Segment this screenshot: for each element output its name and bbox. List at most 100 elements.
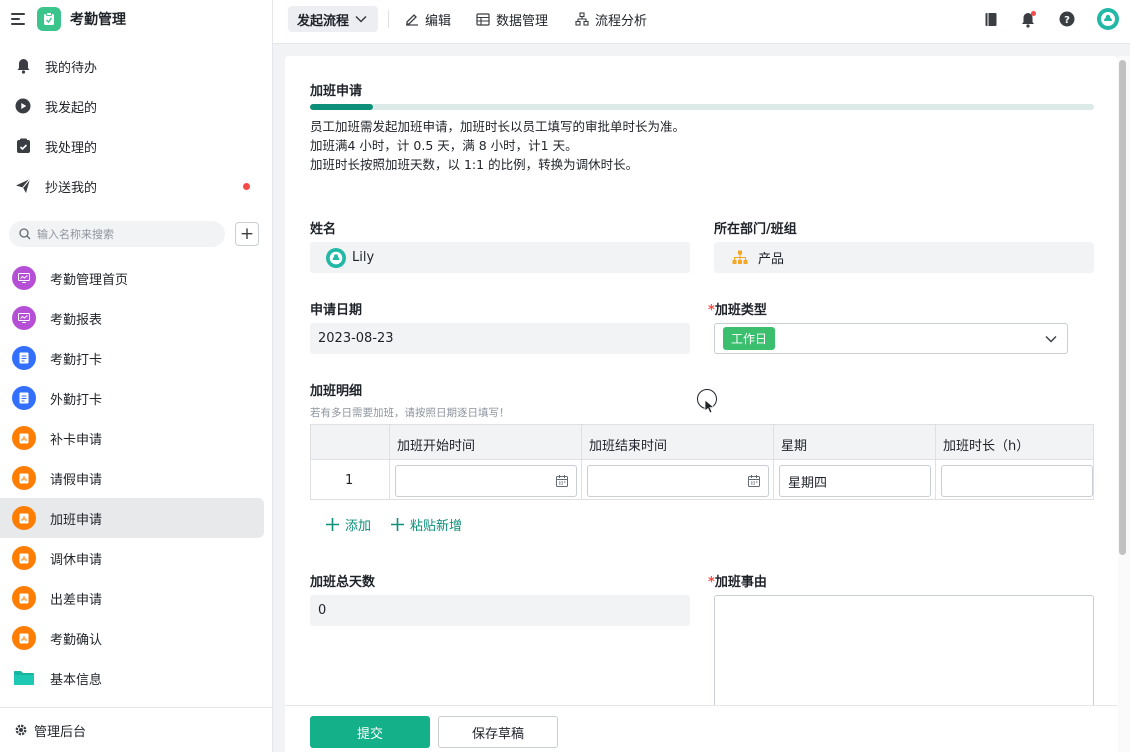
page-attendance-report[interactable]: 考勤报表 [0,298,264,338]
dashboard-icon [12,266,36,290]
bell-icon [15,58,31,74]
submit-button[interactable]: 提交 [310,716,430,748]
flow-icon [12,626,36,650]
app-logo-icon [37,7,61,31]
overtime-reason-textarea[interactable] [714,595,1094,715]
check-box-icon [15,138,31,154]
page-field-clock-in[interactable]: 外勤打卡 [0,378,264,418]
department-value: 产品 [758,252,785,267]
nav-my-todo[interactable]: 我的待办 [0,46,264,86]
row-index: 1 [345,473,354,488]
play-circle-icon [15,98,31,114]
menu-icon[interactable] [11,13,25,25]
page-time-off[interactable]: 调休申请 [0,538,264,578]
edit-button[interactable]: 编辑 [405,0,451,38]
page-makeup-clock[interactable]: 补卡申请 [0,418,264,458]
total-days-label: 加班总天数 [310,575,376,590]
page-label: 加班申请 [50,512,103,528]
required-mark: * [708,303,715,318]
toolbar-divider [388,10,389,28]
help-icon[interactable]: ? [1057,9,1077,29]
page-business-trip[interactable]: 出差申请 [0,578,264,618]
page-leave[interactable]: 请假申请 [0,458,264,498]
flow-icon [12,506,36,530]
add-page-button[interactable]: + [235,222,259,246]
page-label: 考勤打卡 [50,352,103,368]
mouse-pointer-icon [704,399,714,414]
overtime-type-label: *加班类型 [708,299,767,318]
data-manage-button[interactable]: 数据管理 [476,0,548,38]
overtime-detail-table: 加班开始时间 加班结束时间 星期 加班时长（h） 1 星期四 [310,424,1094,500]
nav-cc-me[interactable]: 抄送我的 [0,166,264,206]
header-weekday: 星期 [781,439,808,454]
total-days-value: 0 [318,603,327,618]
search-icon [19,228,31,240]
edit-icon [406,14,418,26]
scrollbar-thumb[interactable] [1119,60,1126,555]
header-duration: 加班时长（h） [943,439,1030,454]
calendar-icon [556,475,568,487]
page-label: 基本信息 [50,672,103,688]
apply-date-value: 2023-08-23 [318,331,394,346]
column-divider [773,425,774,499]
overtime-type-tag: 工作日 [723,327,776,350]
nav-my-initiated[interactable]: 我发起的 [0,86,264,126]
duration-input[interactable] [941,465,1093,497]
admin-console-link[interactable]: 管理后台 [0,707,273,752]
name-label: 姓名 [310,222,337,237]
form-icon [12,386,36,410]
page-clock-in[interactable]: 考勤打卡 [0,338,264,378]
flow-analysis-button[interactable]: 流程分析 [575,0,647,38]
search-input[interactable]: 输入名称来搜索 [9,221,225,247]
table-icon [476,12,490,26]
form-title: 加班申请 [310,84,363,99]
add-row-button[interactable]: 添加 [326,515,371,534]
form-description-line: 员工加班需发起加班申请，加班时长以员工填写的审批单时长为准。 [310,119,686,134]
book-icon[interactable] [981,9,1001,29]
chevron-down-icon [1045,336,1057,343]
page-label: 外勤打卡 [50,392,103,408]
edit-label: 编辑 [425,13,452,29]
unread-dot [243,183,250,190]
user-avatar-icon [326,247,346,268]
gear-icon [15,724,27,736]
form-description-line: 加班时长按照加班天数，以 1:1 的比例，转换为调休时长。 [310,157,639,172]
overtime-type-select[interactable]: 工作日 [714,323,1068,354]
apply-date-field: 2023-08-23 [310,323,690,354]
page-label: 调休申请 [50,552,103,568]
page-overtime[interactable]: 加班申请 [0,498,264,538]
required-mark: * [708,575,715,590]
overtime-detail-hint: 若有多日需要加班，请按照日期逐日填写！ [310,407,510,419]
org-chart-icon [732,250,748,264]
nav-my-handled[interactable]: 我处理的 [0,126,264,166]
form-icon [12,346,36,370]
data-manage-label: 数据管理 [496,13,549,29]
search-placeholder: 输入名称来搜索 [37,228,114,241]
start-time-input[interactable] [395,465,577,497]
save-draft-button[interactable]: 保存草稿 [438,716,558,748]
notification-bell-icon[interactable] [1019,9,1039,29]
app-title: 考勤管理 [70,12,126,28]
apply-date-label: 申请日期 [310,303,363,318]
user-avatar[interactable] [1097,8,1119,30]
flow-icon [12,466,36,490]
page-attendance-confirm[interactable]: 考勤确认 [0,618,264,658]
send-icon [15,178,31,194]
nav-label: 我发起的 [45,100,98,116]
overtime-reason-label-text: 加班事由 [714,575,767,590]
page-attendance-home[interactable]: 考勤管理首页 [0,258,264,298]
flow-icon [12,426,36,450]
overtime-detail-label: 加班明细 [310,384,363,399]
sidebar: 考勤管理 我的待办 我发起的 我处理的 抄送我的 输入名称来搜索 + 考勤管理首… [0,0,273,752]
sidebar-header: 考勤管理 [0,0,272,38]
paste-add-button[interactable]: 粘贴新增 [391,515,462,534]
department-field: 产品 [714,242,1094,273]
launch-flow-dropdown[interactable]: 发起流程 [288,6,378,32]
svg-text:?: ? [1064,15,1070,26]
end-time-input[interactable] [587,465,769,497]
weekday-input[interactable]: 星期四 [779,465,931,497]
overtime-type-label-text: 加班类型 [714,303,767,318]
nav-label: 抄送我的 [45,180,98,196]
flow-icon [12,586,36,610]
page-basic-info[interactable]: 基本信息 [0,658,264,698]
